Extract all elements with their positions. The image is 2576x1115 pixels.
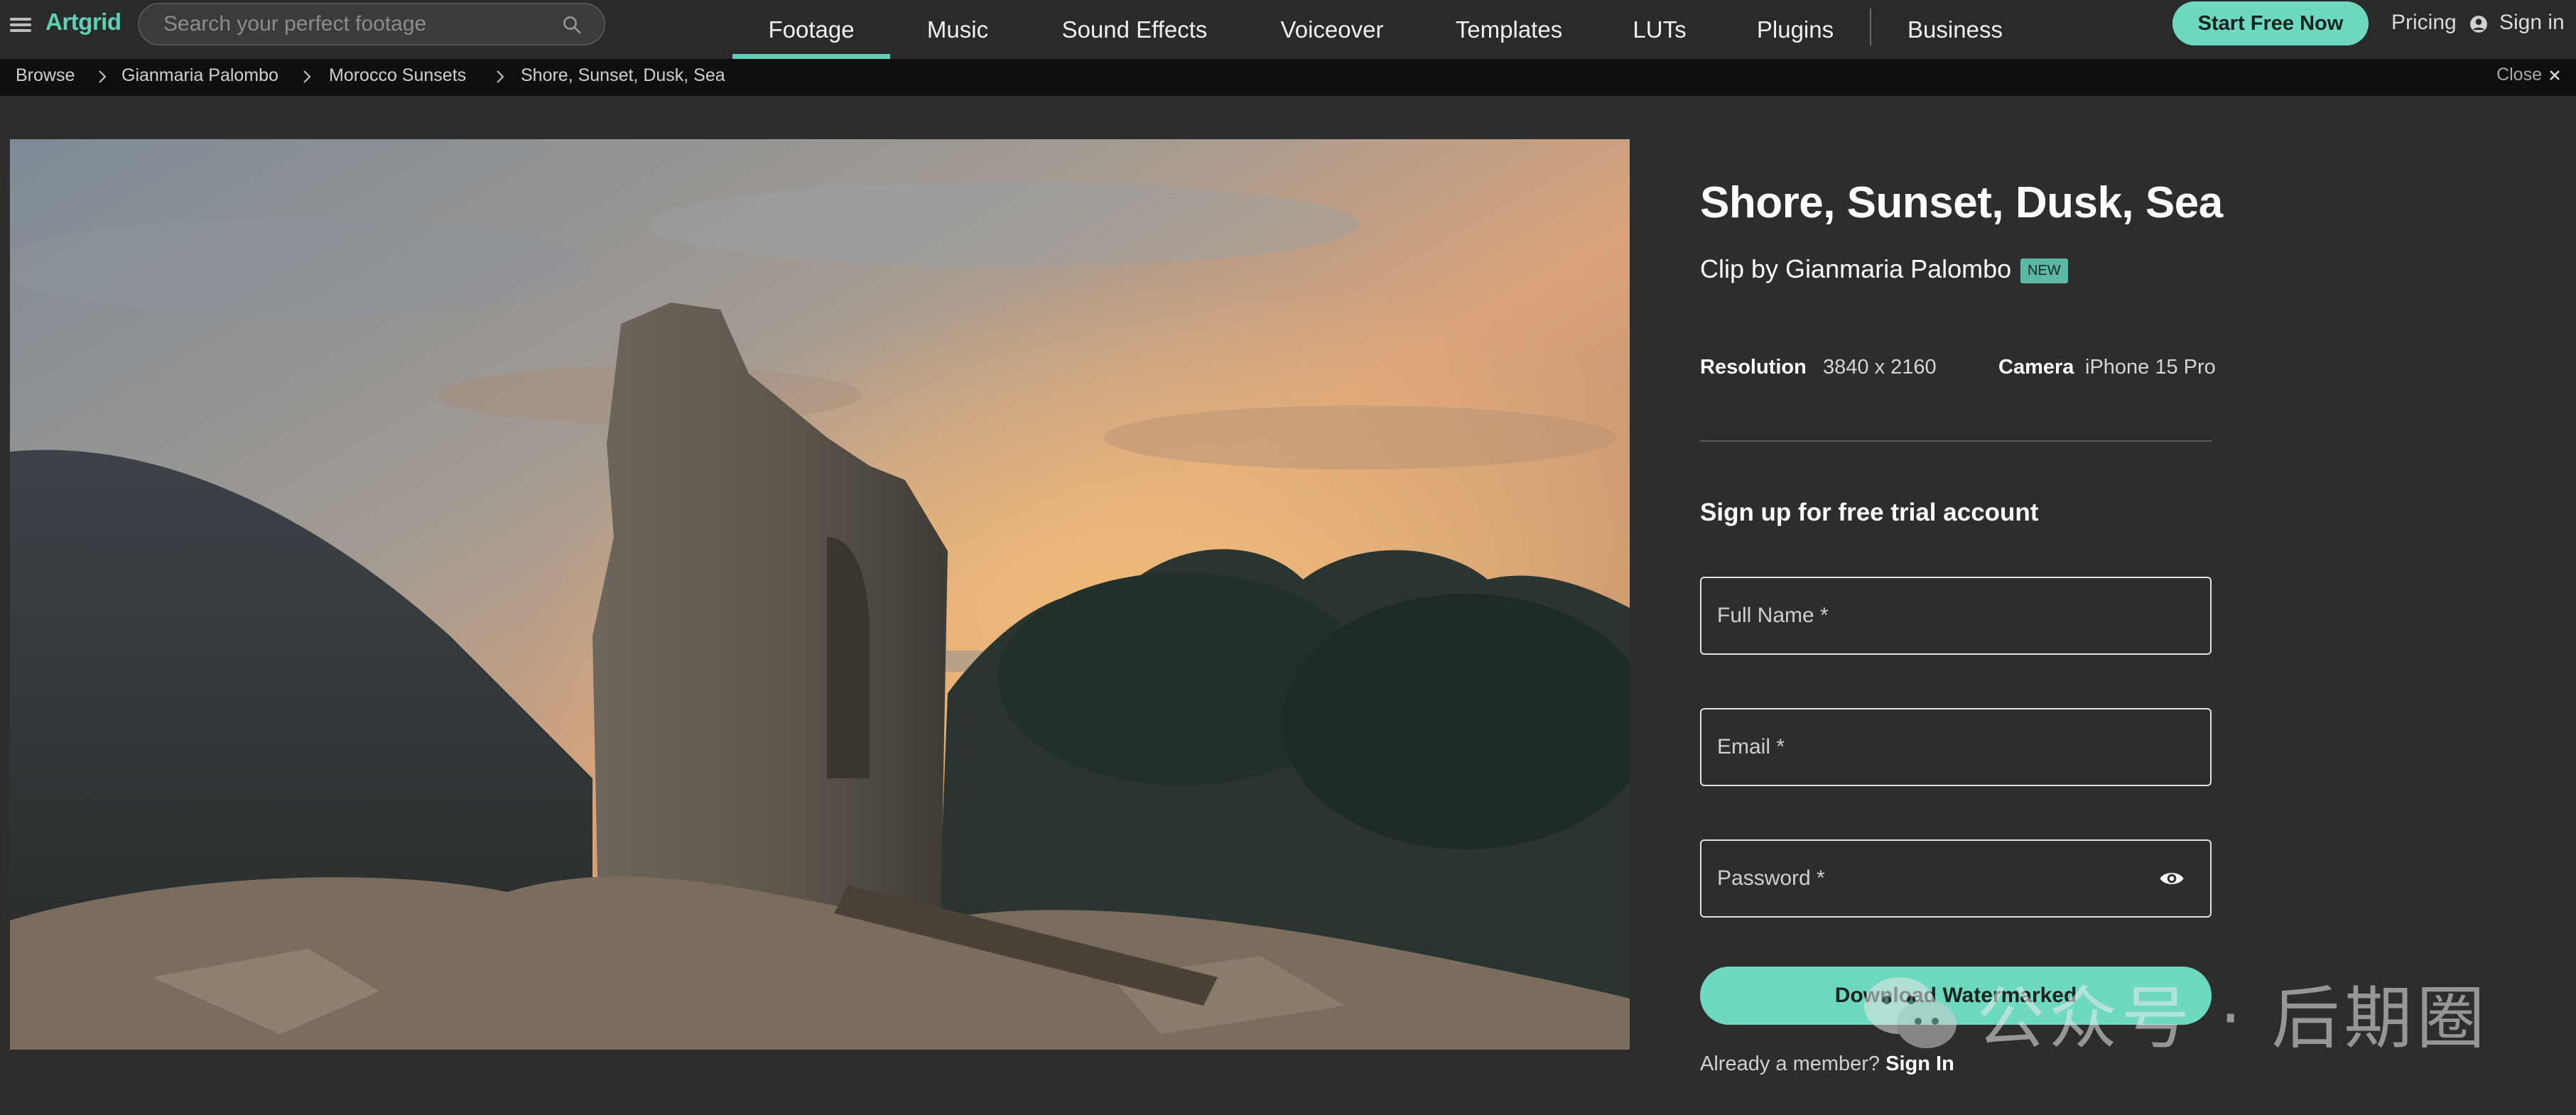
start-free-now-button[interactable]: Start Free Now [2172, 1, 2369, 45]
already-member-text: Already a member? Sign In [1700, 1053, 1954, 1076]
tab-plugins[interactable]: Plugins [1745, 0, 1846, 59]
breadcrumb: Browse Gianmaria Palombo Morocco Sunsets… [0, 59, 2576, 96]
breadcrumb-current: Shore, Sunset, Dusk, Sea [521, 65, 725, 85]
nav-divider [1870, 9, 1871, 45]
tab-luts[interactable]: LUTs [1611, 0, 1708, 59]
search-icon[interactable] [561, 14, 583, 36]
close-button[interactable]: Close [2496, 65, 2562, 85]
clip-byline[interactable]: Clip by Gianmaria Palombo [1700, 254, 2011, 284]
resolution-label: Resolution [1700, 356, 1807, 379]
breadcrumb-author[interactable]: Gianmaria Palombo [121, 65, 278, 86]
sign-in-link-bottom[interactable]: Sign In [1885, 1053, 1954, 1075]
resolution-value: 3840 x 2160 [1823, 356, 1937, 379]
tab-voiceover[interactable]: Voiceover [1263, 0, 1401, 59]
hamburger-menu-icon[interactable] [10, 14, 31, 36]
search-input[interactable] [162, 4, 531, 44]
clip-title: Shore, Sunset, Dusk, Sea [1700, 178, 2223, 227]
pricing-link[interactable]: Pricing [2391, 11, 2457, 35]
section-divider [1700, 440, 2212, 442]
password-field[interactable] [1700, 839, 2212, 918]
close-label: Close [2496, 65, 2542, 85]
tab-footage[interactable]: Footage [732, 0, 890, 59]
signup-heading: Sign up for free trial account [1700, 499, 2039, 526]
new-badge: NEW [2020, 259, 2068, 283]
sunset-ruin-image [10, 139, 1630, 1050]
sign-in-link[interactable]: Sign in [2499, 11, 2565, 35]
tab-templates[interactable]: Templates [1446, 0, 1571, 59]
password-input[interactable] [1716, 841, 2156, 916]
breadcrumb-collection[interactable]: Morocco Sunsets [329, 65, 466, 86]
chevron-right-icon [99, 70, 107, 83]
chevron-right-icon [303, 70, 311, 83]
show-password-eye-icon[interactable] [2159, 868, 2185, 889]
search-bar[interactable] [138, 3, 605, 45]
full-name-field[interactable] [1700, 577, 2212, 655]
tab-music[interactable]: Music [897, 0, 1019, 59]
tab-business[interactable]: Business [1898, 0, 2012, 59]
camera-label: Camera [1998, 356, 2074, 379]
wechat-icon [1864, 977, 1957, 1048]
email-field[interactable] [1700, 708, 2212, 786]
full-name-input[interactable] [1716, 578, 2156, 653]
top-navigation: Artgrid Footage Music Sound Effects Voic… [0, 0, 2576, 59]
camera-value: iPhone 15 Pro [2085, 356, 2216, 379]
member-prompt: Already a member? [1700, 1053, 1880, 1075]
breadcrumb-browse[interactable]: Browse [16, 65, 75, 86]
watermark-text: 公众号 · 后期圈 [1976, 978, 2489, 1058]
close-icon [2550, 70, 2560, 80]
chevron-right-icon [497, 70, 504, 83]
wechat-watermark: 公众号 · 后期圈 [1860, 973, 2489, 1058]
email-input[interactable] [1716, 709, 2156, 785]
clip-preview-image[interactable] [10, 139, 1630, 1050]
user-icon[interactable] [2469, 15, 2488, 33]
artgrid-logo[interactable]: Artgrid [45, 9, 121, 36]
tab-sound-effects[interactable]: Sound Effects [1044, 0, 1225, 59]
